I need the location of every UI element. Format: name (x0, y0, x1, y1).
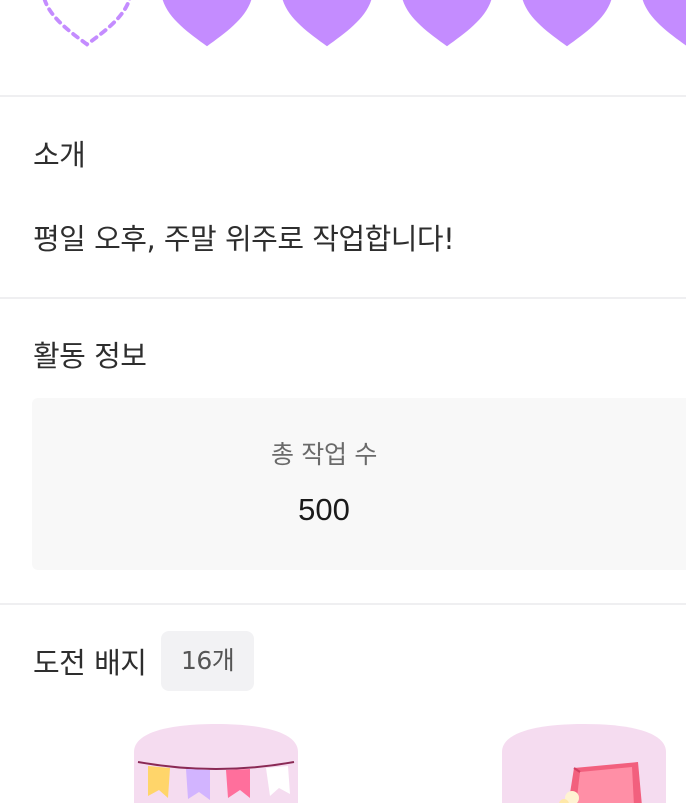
profile-page: 소개 평일 오후, 주말 위주로 작업합니다! 활동 정보 총 작업 수 500… (0, 0, 686, 803)
heart-icon (638, 0, 686, 52)
activity-title: 활동 정보 (33, 339, 147, 373)
book-badge-icon[interactable] (498, 722, 670, 803)
heart-icon (158, 0, 256, 52)
total-tasks-value: 500 (298, 492, 350, 527)
divider (0, 297, 686, 299)
divider (0, 603, 686, 605)
badge-count-chip: 16개 (161, 631, 255, 691)
heart-icon (278, 0, 376, 52)
divider (0, 95, 686, 97)
heart-rating (0, 0, 686, 96)
heart-outline-icon (38, 0, 136, 52)
total-tasks-label: 총 작업 수 (270, 440, 378, 469)
stats-card: 총 작업 수 500 (32, 398, 686, 570)
intro-title: 소개 (33, 138, 86, 172)
heart-icon (518, 0, 616, 52)
badges-title: 도전 배지 (33, 646, 147, 680)
heart-icon (398, 0, 496, 52)
party-flags-badge-icon[interactable] (130, 722, 302, 803)
intro-text: 평일 오후, 주말 위주로 작업합니다! (33, 222, 455, 256)
